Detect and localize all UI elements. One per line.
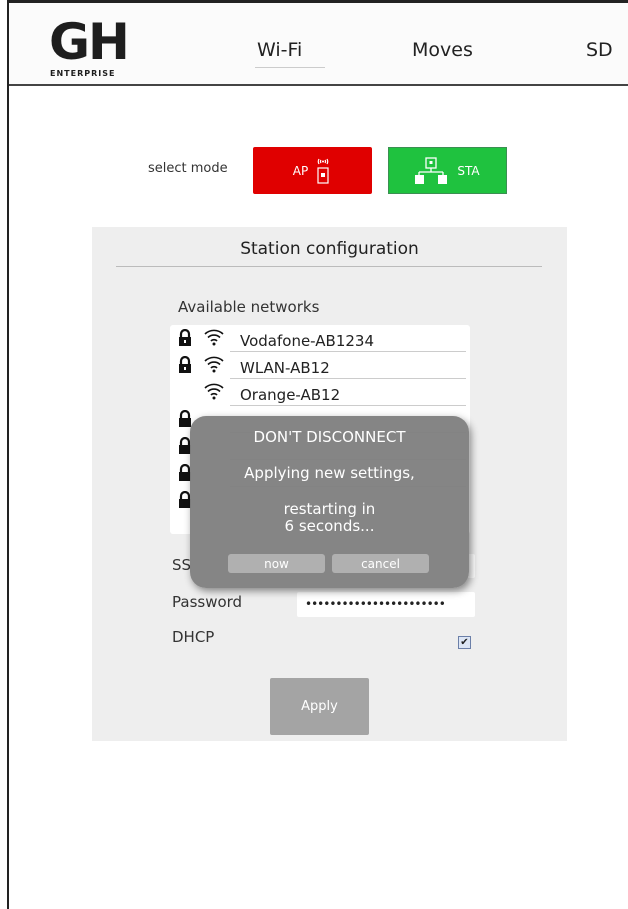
password-label: Password	[172, 593, 243, 611]
dialog-message: Applying new settings,	[244, 464, 415, 482]
restart-now-button[interactable]: now	[228, 554, 325, 573]
nav-wifi[interactable]: Wi-Fi	[257, 39, 302, 61]
wifi-icon	[204, 356, 224, 373]
available-networks-label: Available networks	[178, 298, 320, 316]
restart-dialog: DON'T DISCONNECT Applying new settings, …	[190, 416, 469, 588]
access-point-icon	[317, 158, 329, 184]
ap-mode-label: AP	[292, 163, 309, 178]
wifi-icon	[204, 329, 224, 346]
window-frame-left	[7, 0, 9, 909]
lock-icon	[179, 329, 191, 346]
sta-mode-label: STA	[457, 163, 480, 178]
wifi-icon	[204, 383, 224, 400]
logo-subtext: ENTERPRISE	[50, 69, 116, 78]
header-bar: GH ENTERPRISE Wi-Fi Moves SD	[9, 3, 628, 86]
password-field[interactable]: •••••••••••••••••••••••	[297, 592, 475, 617]
sta-mode-button[interactable]: STA	[388, 147, 507, 194]
lock-icon	[179, 356, 191, 373]
ap-mode-button[interactable]: AP	[253, 147, 372, 194]
network-row[interactable]: WLAN-AB12	[170, 352, 470, 379]
dhcp-checkbox[interactable]: ✔	[458, 636, 471, 649]
network-row[interactable]: Vodafone-AB1234	[170, 325, 470, 352]
logo-text: GH	[49, 13, 130, 71]
countdown-line-2: 6 seconds...	[284, 517, 375, 535]
cancel-restart-button[interactable]: cancel	[332, 554, 429, 573]
ssid-label: SS	[172, 556, 192, 574]
dhcp-label: DHCP	[172, 628, 215, 646]
panel-title: Station configuration	[240, 239, 419, 259]
nav-sd[interactable]: SD	[586, 39, 613, 61]
network-name: Orange-AB12	[240, 386, 341, 404]
network-name: Vodafone-AB1234	[240, 332, 374, 350]
apply-button[interactable]: Apply	[270, 678, 369, 735]
countdown-line-1: restarting in	[283, 500, 376, 518]
network-row[interactable]: Orange-AB12	[170, 379, 470, 406]
station-network-icon	[415, 156, 448, 184]
gh-enterprise-logo: GH ENTERPRISE	[49, 17, 173, 79]
lock-icon	[179, 410, 191, 427]
network-name: WLAN-AB12	[240, 359, 330, 377]
nav-wifi-active-underline	[255, 67, 325, 68]
nav-moves[interactable]: Moves	[412, 39, 473, 61]
dialog-title: DON'T DISCONNECT	[253, 428, 406, 446]
title-divider	[116, 266, 542, 267]
dialog-countdown: restarting in 6 seconds...	[190, 501, 469, 535]
select-mode-label: select mode	[148, 161, 228, 176]
